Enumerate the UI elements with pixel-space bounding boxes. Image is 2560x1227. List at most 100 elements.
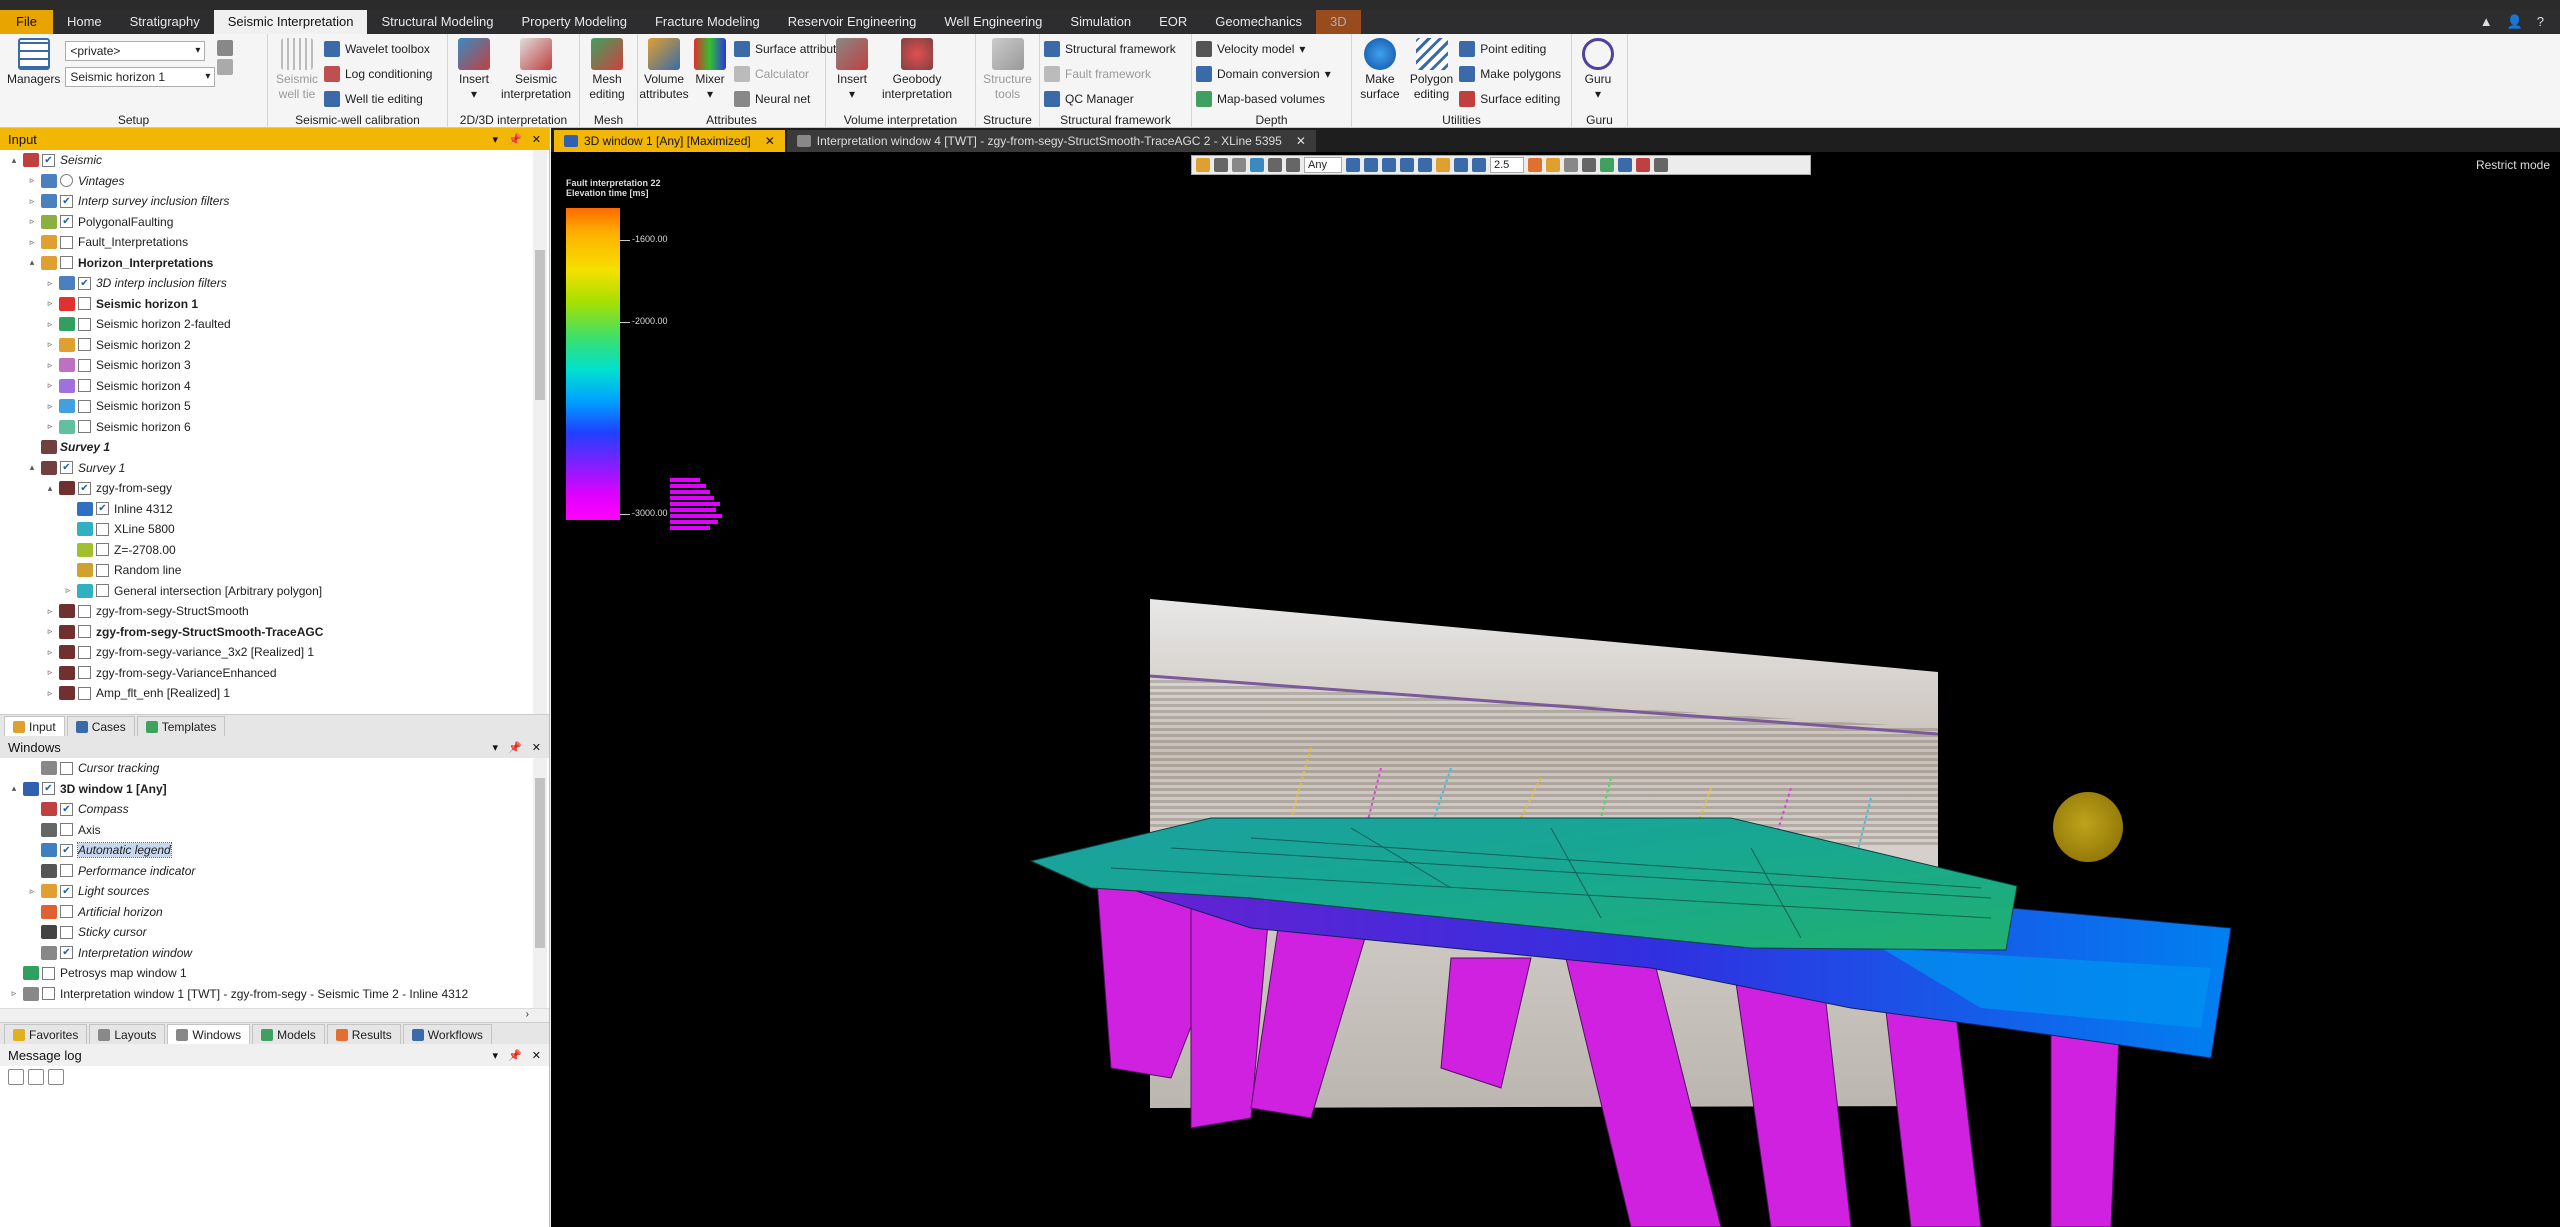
menu-stratigraphy[interactable]: Stratigraphy <box>116 10 214 34</box>
map-based-volumes-button[interactable]: Map-based volumes <box>1196 88 1337 110</box>
tree-row[interactable]: ▹ zgy-from-segy-StructSmooth-TraceAGC <box>0 622 549 643</box>
visibility-checkbox[interactable] <box>60 194 73 208</box>
expand-icon[interactable]: ▹ <box>44 380 56 391</box>
expand-icon[interactable]: ▹ <box>44 319 56 330</box>
visibility-checkbox[interactable] <box>78 399 91 413</box>
visibility-radio[interactable] <box>60 174 73 188</box>
close-icon[interactable]: ✕ <box>532 133 541 146</box>
visibility-checkbox[interactable] <box>78 276 91 290</box>
copy-log-icon[interactable] <box>28 1069 44 1085</box>
expand-icon[interactable]: ▹ <box>44 606 56 617</box>
tree-row[interactable]: Performance indicator <box>0 861 549 882</box>
tree-row[interactable]: ▴ zgy-from-segy <box>0 478 549 499</box>
menu-property-modeling[interactable]: Property Modeling <box>507 10 641 34</box>
collapse-icon[interactable]: ▴ <box>8 783 20 794</box>
visibility-checkbox[interactable] <box>60 884 73 898</box>
tree-row[interactable]: ▹ Fault_Interpretations <box>0 232 549 253</box>
save-log-icon[interactable] <box>48 1069 64 1085</box>
tree-row[interactable]: XLine 5800 <box>0 519 549 540</box>
visibility-checkbox[interactable] <box>78 686 91 700</box>
tree-row[interactable]: ▹ Amp_flt_enh [Realized] 1 <box>0 683 549 704</box>
expand-icon[interactable]: ▹ <box>44 278 56 289</box>
tree-row[interactable]: Cursor tracking <box>0 758 549 779</box>
visibility-checkbox[interactable] <box>60 905 73 919</box>
tree-row[interactable]: Z=-2708.00 <box>0 540 549 561</box>
visibility-checkbox[interactable] <box>60 946 73 960</box>
tree-row[interactable]: ▹ Interpretation window 1 [TWT] - zgy-fro… <box>0 984 549 1005</box>
tree-row[interactable]: ▹ Seismic horizon 4 <box>0 376 549 397</box>
expand-icon[interactable]: ▹ <box>26 216 38 227</box>
visibility-checkbox[interactable] <box>78 645 91 659</box>
tree-row[interactable]: ▹ 3D interp inclusion filters <box>0 273 549 294</box>
managers-button[interactable]: Managers <box>4 36 63 89</box>
visibility-checkbox[interactable] <box>60 215 73 229</box>
visibility-checkbox[interactable] <box>78 379 91 393</box>
tree-row[interactable]: ▴ Horizon_Interpretations <box>0 253 549 274</box>
visibility-checkbox[interactable] <box>42 153 55 167</box>
help-icon[interactable]: ? <box>2537 14 2544 30</box>
tree-row[interactable]: Inline 4312 <box>0 499 549 520</box>
structural-framework-button[interactable]: Structural framework <box>1044 38 1182 60</box>
tree-row[interactable]: ▴ Seismic <box>0 150 549 171</box>
surface-editing-button[interactable]: Surface editing <box>1459 88 1567 110</box>
seismic-interpretation-button[interactable]: Seismic interpretation <box>498 36 574 104</box>
expand-icon[interactable]: ▹ <box>44 401 56 412</box>
copy-icon[interactable] <box>217 59 234 75</box>
horizon-combo[interactable]: Seismic horizon 1 <box>65 67 216 87</box>
polygon-editing-button[interactable]: Polygon editing <box>1406 36 1458 104</box>
visibility-checkbox[interactable] <box>78 420 91 434</box>
insert-interp-button[interactable]: Insert ▾ <box>452 36 496 104</box>
expand-icon[interactable]: ▹ <box>44 298 56 309</box>
tree-row[interactable]: ▹ zgy-from-segy-variance_3x2 [Realized] 1 <box>0 642 549 663</box>
tree-row[interactable]: ▹ zgy-from-segy-VarianceEnhanced <box>0 663 549 684</box>
pin-icon[interactable]: 📌 <box>508 741 522 754</box>
pin-icon[interactable]: 📌 <box>508 1049 522 1062</box>
visibility-checkbox[interactable] <box>78 297 91 311</box>
visibility-checkbox[interactable] <box>60 843 73 857</box>
expand-icon[interactable]: ▹ <box>44 647 56 658</box>
visibility-checkbox[interactable] <box>60 823 73 837</box>
visibility-checkbox[interactable] <box>96 543 109 557</box>
visibility-checkbox[interactable] <box>78 338 91 352</box>
visibility-checkbox[interactable] <box>96 522 109 536</box>
structure-tools-button[interactable]: Structure tools <box>980 36 1035 104</box>
pane-menu-icon[interactable]: ▾ <box>493 133 499 146</box>
tree-row[interactable]: Interpretation window <box>0 943 549 964</box>
tree-row[interactable]: Compass <box>0 799 549 820</box>
tree-row[interactable]: ▹ Seismic horizon 2 <box>0 335 549 356</box>
menu-3d[interactable]: 3D <box>1316 10 1361 34</box>
geobody-interpretation-button[interactable]: Geobody interpretation <box>876 36 958 104</box>
domain-conversion-button[interactable]: Domain conversion ▾ <box>1196 63 1337 85</box>
mixer-button[interactable]: Mixer ▾ <box>688 36 732 104</box>
tab-results[interactable]: Results <box>326 1024 401 1044</box>
settings-icon[interactable] <box>217 40 234 56</box>
tab-templates[interactable]: Templates <box>136 716 226 736</box>
volume-attributes-button[interactable]: Volume attributes <box>639 36 689 104</box>
velocity-model-button[interactable]: Velocity model ▾ <box>1196 38 1337 60</box>
scroll-right-icon[interactable]: › <box>526 1009 529 1020</box>
visibility-checkbox[interactable] <box>78 481 91 495</box>
make-polygons-button[interactable]: Make polygons <box>1459 63 1567 85</box>
private-combo[interactable]: <private> <box>65 41 206 61</box>
fault-framework-button[interactable]: Fault framework <box>1044 63 1182 85</box>
menu-seismic-interpretation[interactable]: Seismic Interpretation <box>213 10 368 34</box>
visibility-checkbox[interactable] <box>96 563 109 577</box>
menu-home[interactable]: Home <box>53 10 116 34</box>
wavelet-toolbox-button[interactable]: Wavelet toolbox <box>324 38 438 60</box>
tree-row[interactable]: ▹ Seismic horizon 6 <box>0 417 549 438</box>
collapse-icon[interactable]: ▴ <box>26 462 38 473</box>
visibility-checkbox[interactable] <box>78 317 91 331</box>
collapse-icon[interactable]: ▴ <box>26 257 38 268</box>
tree-row[interactable]: ▹ Seismic horizon 5 <box>0 396 549 417</box>
collapse-icon[interactable]: ▴ <box>8 155 20 166</box>
visibility-checkbox[interactable] <box>60 802 73 816</box>
expand-icon[interactable]: ▹ <box>26 237 38 248</box>
visibility-checkbox[interactable] <box>78 625 91 639</box>
expand-icon[interactable]: ▹ <box>44 626 56 637</box>
visibility-checkbox[interactable] <box>60 461 73 475</box>
tree-row[interactable]: Artificial horizon <box>0 902 549 923</box>
expand-icon[interactable]: ▹ <box>62 585 74 596</box>
expand-icon[interactable]: ▹ <box>26 886 38 897</box>
visibility-checkbox[interactable] <box>60 761 73 775</box>
tree-row[interactable]: Survey 1 <box>0 437 549 458</box>
